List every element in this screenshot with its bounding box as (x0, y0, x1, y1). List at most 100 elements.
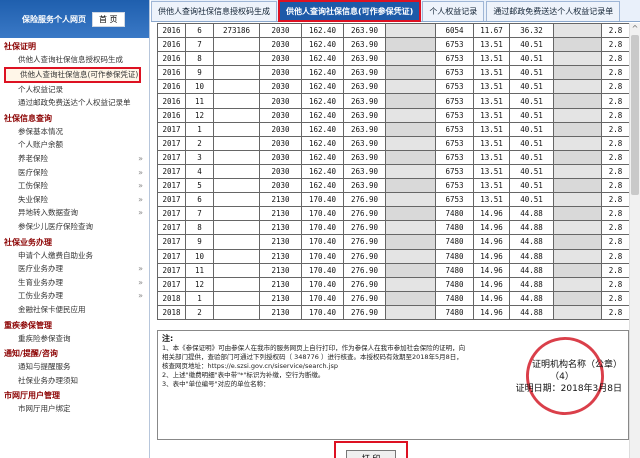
table-cell: 263.90 (343, 51, 386, 67)
sidebar-item[interactable]: 养老保险 » (0, 152, 149, 166)
table-cell (553, 79, 602, 95)
sidebar-item[interactable]: 申请个人缴费自助业务 (0, 249, 149, 263)
table-cell: 13.51 (473, 65, 510, 81)
sidebar-item-label: 个人权益记录 (18, 84, 63, 94)
table-cell (385, 262, 436, 278)
table-cell: 2016 (157, 37, 186, 53)
table-cell: 263.90 (343, 79, 386, 95)
content-area: 2016 6 273186 2030 162.40 263.90 6054 11.67 36.3… (151, 22, 630, 458)
table-cell: 162.40 (301, 51, 344, 67)
table-cell: 40.51 (509, 121, 554, 137)
sidebar-item[interactable]: 社保业务办理须知 (0, 374, 149, 388)
sidebar: 保险服务个人网页 首 页 社保证明 供他人查询社保信息授权码生成 供他人查询社保信息… (0, 0, 150, 458)
table-row: 2017 12 2130 170.40 276.90 7480 14.96 44.88 2.8 (157, 276, 630, 292)
tab[interactable]: 个人权益记录 (422, 1, 485, 21)
table-cell: 6753 (435, 65, 474, 81)
table-cell: 2.8 (601, 22, 630, 39)
sidebar-item[interactable]: 医疗保险 » (0, 166, 149, 180)
sidebar-item[interactable]: 重疾险参保查询 (0, 332, 149, 346)
sidebar-item[interactable]: 失业保险 » (0, 193, 149, 207)
table-cell: 2.8 (601, 37, 630, 53)
sidebar-item-label: 医疗保险 (18, 167, 48, 177)
table-cell: 6753 (435, 93, 474, 109)
sidebar-item[interactable]: 供他人查询社保信息授权码生成 (0, 53, 149, 67)
certify-org-value: （4） (550, 372, 574, 382)
table-cell: 2017 (157, 121, 186, 137)
table-cell: 12 (185, 107, 214, 123)
sidebar-item[interactable]: 参保少儿医疗保险查询 (0, 220, 149, 234)
chevron-right-icon: » (138, 194, 143, 204)
scrollbar[interactable]: ^ (629, 23, 640, 458)
table-cell: 170.40 (301, 248, 344, 264)
table-cell: 40.51 (509, 79, 554, 95)
sidebar-item[interactable]: 医疗业务办理 » (0, 262, 149, 276)
sidebar-item-label: 工伤保险 (18, 181, 48, 191)
table-cell: 6753 (435, 107, 474, 123)
table-cell: 40.51 (509, 163, 554, 180)
sidebar-item[interactable]: 工伤业务办理 » (0, 289, 149, 303)
chevron-right-icon: » (138, 208, 143, 218)
table-row: 2017 5 2030 162.40 263.90 6753 13.51 40.51 2.8 (157, 178, 630, 194)
tab[interactable]: 供他人查询社保信息授权码生成 (151, 1, 277, 21)
table-cell: 14.96 (473, 220, 510, 236)
sidebar-item[interactable]: 参保基本情况 (0, 125, 149, 139)
table-cell: 13.51 (473, 163, 510, 180)
sidebar-item[interactable]: 通知与提醒服务 (0, 360, 149, 374)
sidebar-item-label: 个人账户余额 (18, 140, 63, 150)
scroll-thumb[interactable] (631, 35, 639, 195)
table-cell: 2130 (259, 304, 302, 320)
table-row: 2018 1 2130 170.40 276.90 7480 14.96 44.88 2.8 (157, 290, 630, 306)
table-cell: 276.90 (343, 206, 386, 222)
table-cell: 2017 (157, 276, 186, 292)
table-row: 2016 11 2030 162.40 263.90 6753 13.51 40.51 2.8 (157, 93, 630, 109)
table-cell: 6 (185, 192, 214, 208)
table-cell: 2030 (259, 178, 302, 194)
table-cell (385, 206, 436, 222)
sidebar-item[interactable]: 工伤保险 » (0, 179, 149, 193)
table-cell (213, 192, 260, 208)
sidebar-item[interactable]: 供他人查询社保信息(可作参保凭证) (4, 66, 141, 83)
tab[interactable]: 通过邮政免费送达个人权益记录单 (486, 1, 621, 21)
certify-org-label: 证明机构名称（公章） (531, 360, 622, 370)
table-cell (385, 304, 436, 320)
sidebar-item[interactable]: 个人账户余额 (0, 138, 149, 152)
table-cell: 40.51 (509, 37, 554, 53)
scroll-up-icon[interactable]: ^ (630, 23, 640, 34)
table-cell (553, 22, 602, 39)
sidebar-item[interactable]: 异地转入数据查询 » (0, 206, 149, 220)
table-cell: 2130 (259, 234, 302, 250)
table-cell: 13.51 (473, 107, 510, 123)
table-cell (553, 234, 602, 250)
sidebar-item[interactable]: 市网厅用户绑定 (0, 402, 149, 416)
sidebar-item[interactable]: 金融社保卡便民应用 (0, 303, 149, 317)
table-cell: 14.96 (473, 234, 510, 250)
chevron-right-icon: » (138, 181, 143, 191)
table-row: 2017 9 2130 170.40 276.90 7480 14.96 44.88 2.8 (157, 234, 630, 250)
table-cell (553, 163, 602, 180)
table-cell: 14.96 (473, 248, 510, 264)
table-cell: 263.90 (343, 65, 386, 81)
tab[interactable]: 供他人查询社保信息(可作参保凭证) (277, 0, 422, 22)
table-cell (385, 79, 436, 95)
table-cell: 2.8 (601, 304, 630, 320)
table-cell: 263.90 (343, 107, 386, 123)
table-cell: 170.40 (301, 234, 344, 250)
home-button[interactable]: 首 页 (92, 11, 125, 27)
sidebar-item[interactable]: 个人权益记录 (0, 83, 149, 97)
table-cell: 2030 (259, 107, 302, 123)
table-cell: 2017 (157, 178, 186, 194)
table-cell: 44.88 (509, 220, 554, 236)
table-cell: 162.40 (301, 65, 344, 81)
print-button[interactable]: 打 印 (346, 450, 396, 458)
sidebar-item[interactable]: 生育业务办理 » (0, 276, 149, 290)
table-cell: 7480 (435, 220, 474, 236)
table-cell: 7480 (435, 206, 474, 222)
table-cell: 170.40 (301, 304, 344, 320)
table-cell: 2.8 (601, 93, 630, 109)
table-cell (385, 93, 436, 109)
sidebar-item[interactable]: 通过邮政免费送达个人权益记录单 (0, 96, 149, 110)
table-cell: 36.32 (509, 22, 554, 39)
table-cell: 44.88 (509, 206, 554, 222)
table-cell: 7480 (435, 262, 474, 278)
table-cell (553, 276, 602, 292)
